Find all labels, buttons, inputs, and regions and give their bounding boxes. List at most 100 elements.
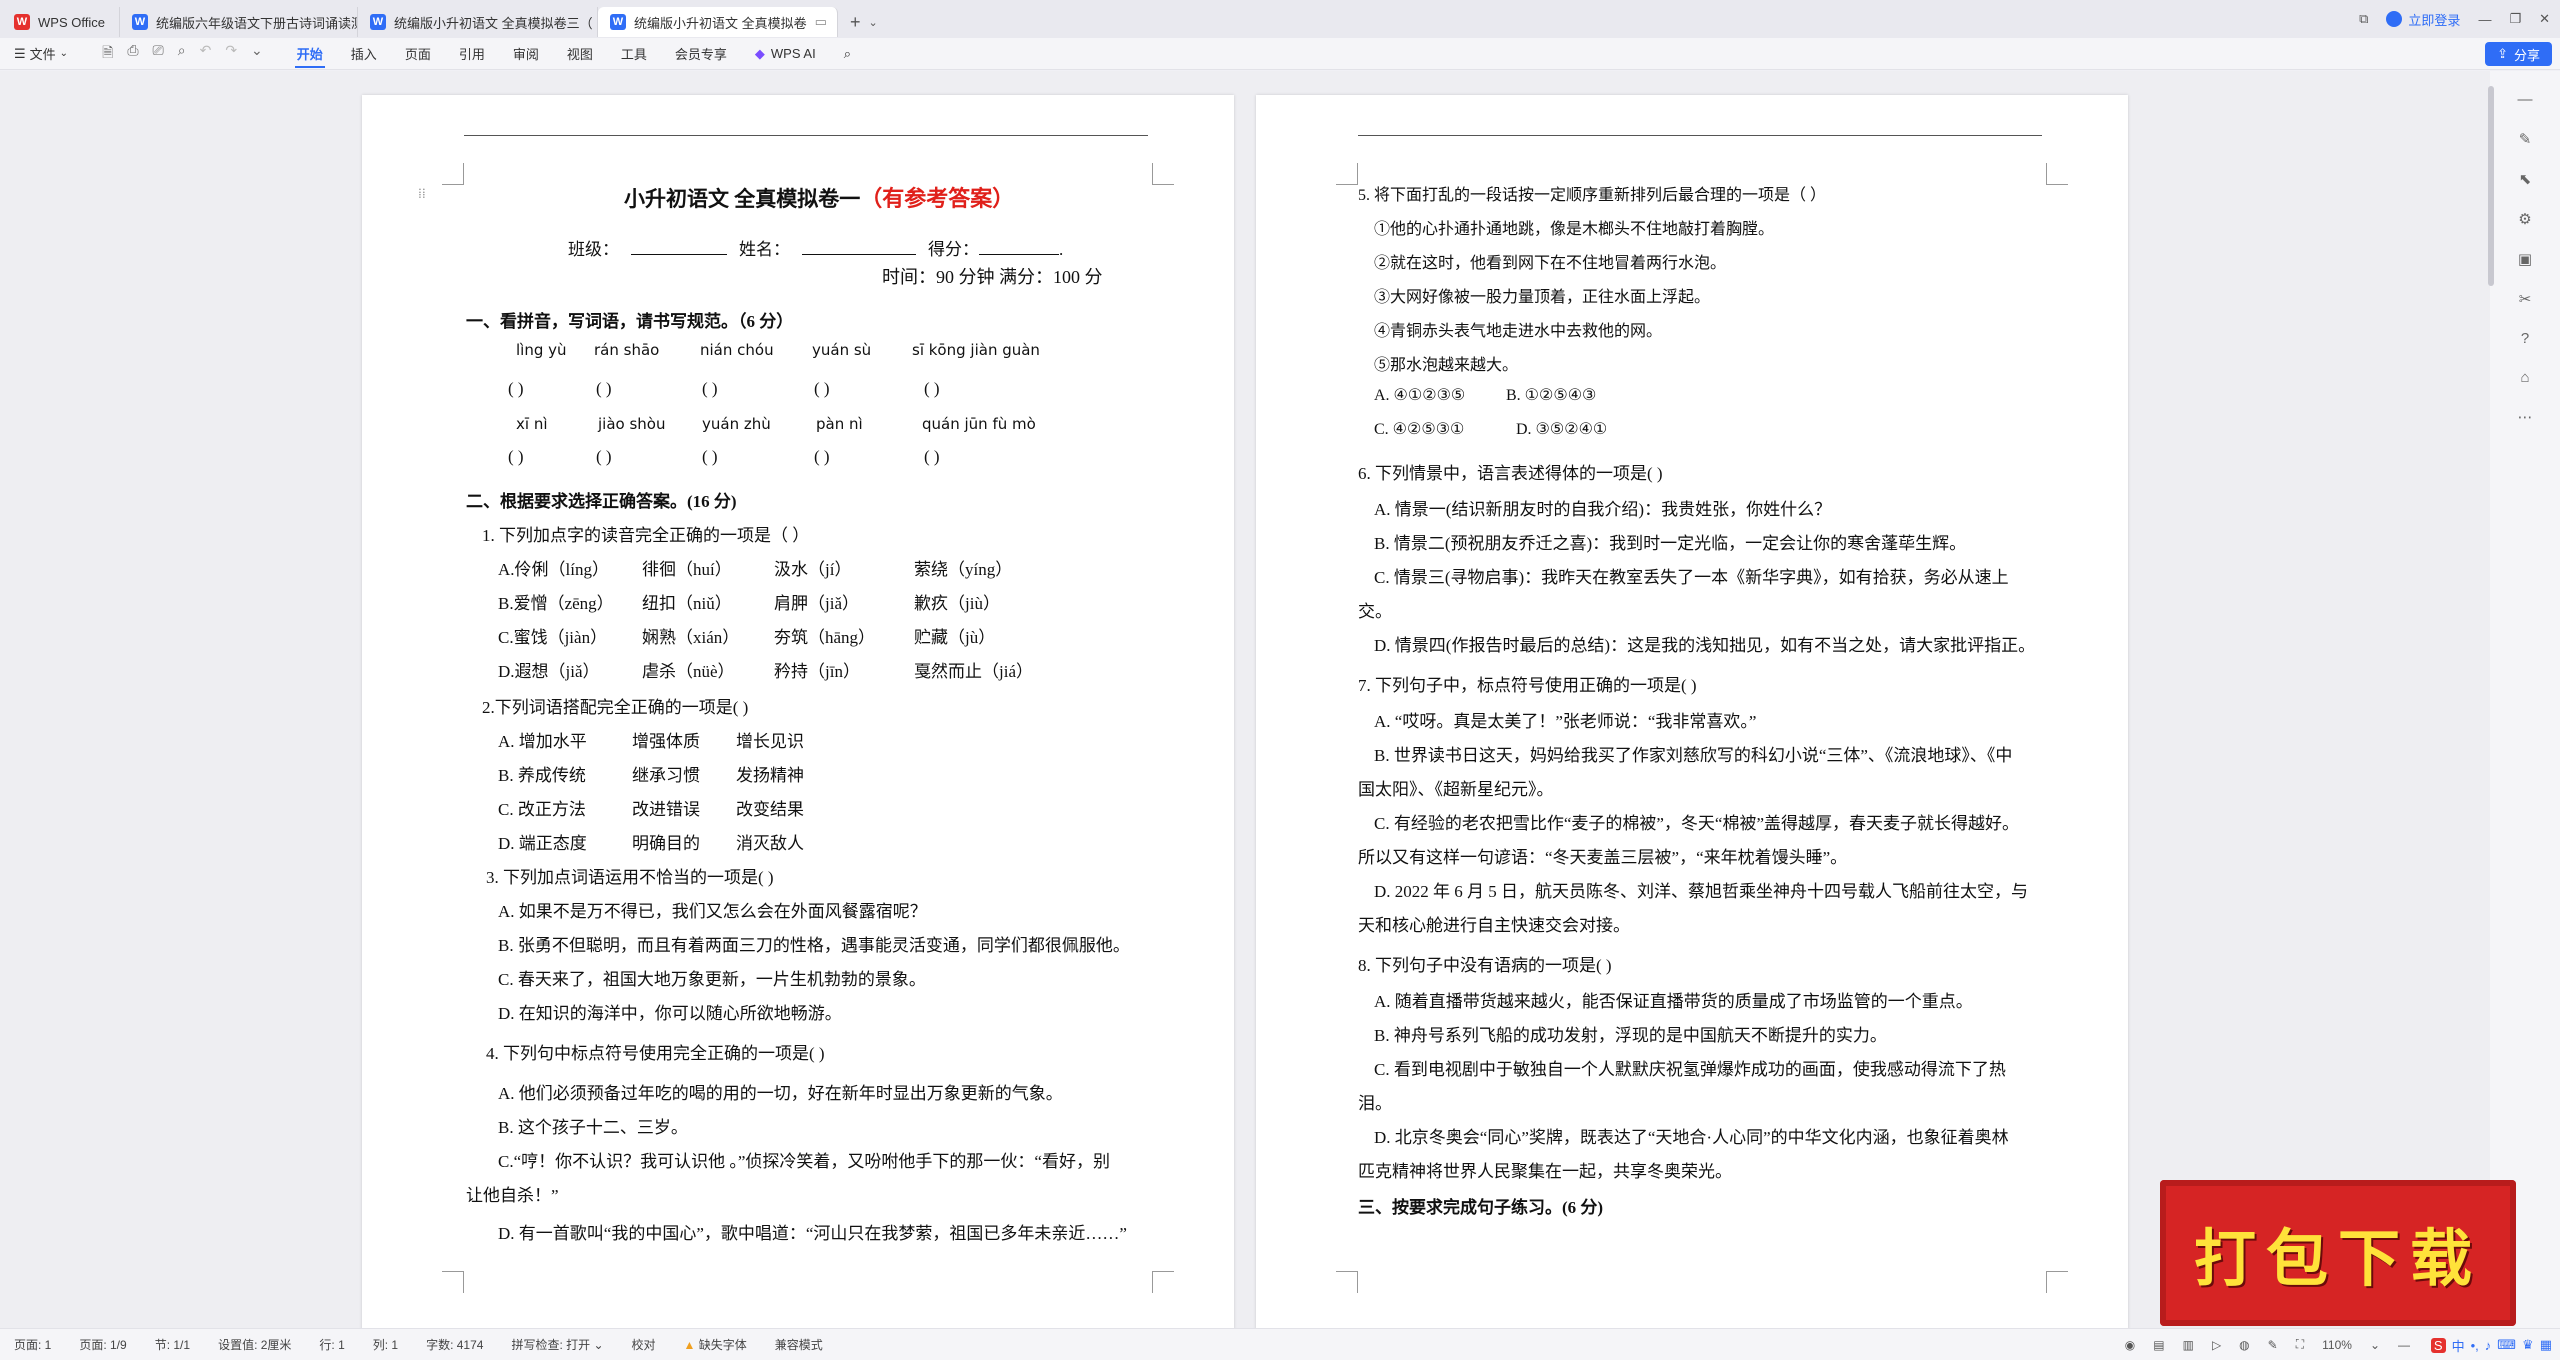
tab-view[interactable]: 视图	[553, 38, 607, 70]
maximize-icon[interactable]: ❐	[2509, 11, 2521, 27]
pen-icon[interactable]: ✎	[2519, 130, 2532, 148]
export-icon[interactable]: ⎙	[127, 42, 138, 66]
new-tab-button[interactable]: + ⌄	[838, 7, 890, 37]
class-field[interactable]	[631, 254, 727, 255]
file-label: 文件	[29, 47, 56, 62]
option: D.遐想（jiǎ）	[498, 662, 600, 681]
tab-review[interactable]: 审阅	[499, 38, 553, 70]
undo-icon[interactable]: ↶	[200, 42, 212, 66]
answer-blank[interactable]: ( )	[596, 447, 612, 467]
score-field[interactable]	[979, 254, 1059, 255]
keyboard-icon[interactable]: ⌨	[2497, 1337, 2516, 1353]
answer-blank[interactable]: ( )	[702, 447, 718, 467]
grid-icon[interactable]: ▦	[2540, 1337, 2552, 1353]
download-badge[interactable]: 打包下载	[2160, 1180, 2516, 1326]
web-view-icon[interactable]: ▥	[2183, 1338, 2194, 1352]
zoom-level[interactable]: 110%	[2322, 1338, 2352, 1352]
answer-blank[interactable]: ( )	[702, 379, 718, 399]
document-canvas[interactable]: ⁞⁞ 小升初语文 全真模拟卷一（有参考答案） 班级： 姓名： 得分：. 时间：90 …	[0, 71, 2490, 1330]
tab-wps-office[interactable]: W WPS Office	[0, 7, 120, 37]
more-icon[interactable]: ⋯	[2518, 408, 2533, 426]
adjust-icon[interactable]: ⚙	[2518, 210, 2531, 228]
student-info: 班级： 姓名： 得分：.	[568, 240, 1064, 259]
option: B. 情景二(预祝朋友乔迁之喜)：我到时一定光临，一定会让你的寒舍蓬荜生辉。	[1374, 534, 1967, 553]
tab-member[interactable]: 会员专享	[661, 38, 741, 70]
answer-blank[interactable]: ( )	[508, 379, 524, 399]
option: 增长见识	[736, 732, 804, 751]
close-icon[interactable]: ✕	[2539, 11, 2550, 27]
proofread-button[interactable]: 校对	[618, 1336, 670, 1353]
fit-icon[interactable]: ⛶	[2296, 1337, 2304, 1352]
answer-blank[interactable]: ( )	[508, 447, 524, 467]
sentence: ③大网好像被一股力量顶着，正往水面上浮起。	[1374, 289, 1711, 306]
crop-mark	[442, 163, 464, 185]
status-section[interactable]: 节: 1/1	[141, 1336, 204, 1353]
redo-icon[interactable]: ↷	[225, 42, 237, 66]
status-setting[interactable]: 设置值: 2厘米	[204, 1336, 305, 1353]
answer-blank[interactable]: ( )	[814, 379, 830, 399]
quick-access: 🗎 ⎙ ⎚ ⌕ ↶ ↷ ⌄	[82, 42, 283, 66]
chevron-down-icon[interactable]: ⌄	[2370, 1338, 2380, 1352]
option: 匹克精神将世界人民聚集在一起，共享冬奥荣光。	[1358, 1162, 1732, 1181]
print-icon[interactable]: ⎚	[153, 42, 164, 66]
option: A. 随着直播带货越来越火，能否保证直播带货的质量成了市场监管的一个重点。	[1374, 992, 1973, 1011]
option: 增强体质	[632, 732, 700, 751]
option: 发扬精神	[736, 766, 804, 785]
help-icon[interactable]: ?	[2521, 330, 2529, 347]
crop-mark	[1152, 163, 1174, 185]
pinyin: rán shāo	[594, 341, 660, 359]
missing-font[interactable]: ▲ 缺失字体	[670, 1336, 761, 1353]
login-button[interactable]: 立即登录	[2386, 10, 2460, 29]
drag-handle-icon[interactable]: ⁞⁞	[418, 187, 426, 203]
zoom-out-icon[interactable]: —	[2398, 1338, 2410, 1352]
save-icon[interactable]: 🗎	[102, 42, 113, 66]
select-icon[interactable]: ⬉	[2519, 170, 2532, 188]
question: 2.下列词语搭配完全正确的一项是( )	[482, 698, 749, 717]
tab-page[interactable]: 页面	[391, 38, 445, 70]
status-pages[interactable]: 页面: 1/9	[65, 1336, 140, 1353]
share-icon: ⇪	[2497, 46, 2508, 61]
status-page[interactable]: 页面: 1	[0, 1336, 65, 1353]
pen-icon[interactable]: ✎	[2268, 1338, 2278, 1352]
eye-icon[interactable]: ◉	[2125, 1338, 2135, 1352]
tab-tools[interactable]: 工具	[607, 38, 661, 70]
print-preview-icon[interactable]: ⌕	[178, 42, 186, 66]
name-label: 姓名：	[739, 240, 790, 259]
skin-icon[interactable]: ♛	[2522, 1337, 2534, 1353]
play-icon[interactable]: ▷	[2212, 1338, 2221, 1352]
ime-chinese-icon[interactable]: 中	[2452, 1336, 2465, 1355]
name-field[interactable]	[802, 254, 916, 255]
vertical-scrollbar[interactable]	[2488, 86, 2494, 286]
answer-blank[interactable]: ( )	[924, 447, 940, 467]
tab-document-3[interactable]: W 统编版小升初语文 全真模拟卷 ▭ ✕	[598, 7, 838, 37]
tab-start[interactable]: 开始	[283, 38, 337, 70]
wps-ai-button[interactable]: ◆ WPS AI	[741, 38, 830, 70]
collapse-icon[interactable]: —	[2518, 91, 2533, 108]
option: B. 张勇不但聪明，而且有着两面三刀的性格，遇事能灵活变通，同学们都很佩服他。	[498, 936, 1130, 955]
option: B.爱憎（zēng）	[498, 594, 614, 613]
ime-punct-icon[interactable]: •,	[2471, 1338, 2479, 1353]
layout-icon[interactable]: ⧉	[2359, 11, 2368, 27]
file-menu[interactable]: ☰ 文件 ⌄	[0, 38, 82, 70]
tab-document-2[interactable]: W 统编版小升初语文 全真模拟卷三（	[358, 7, 598, 37]
share-button[interactable]: ⇪ 分享	[2485, 42, 2552, 66]
image-icon[interactable]: ▣	[2518, 250, 2532, 268]
menu-icon: ☰	[14, 45, 26, 61]
globe-icon[interactable]: ◍	[2239, 1338, 2249, 1352]
answer-blank[interactable]: ( )	[596, 379, 612, 399]
page-view-icon[interactable]: ▤	[2153, 1338, 2164, 1352]
bag-icon[interactable]: ⌂	[2520, 369, 2529, 386]
ime-logo-icon[interactable]: S	[2430, 1337, 2446, 1353]
answer-blank[interactable]: ( )	[924, 379, 940, 399]
tab-insert[interactable]: 插入	[337, 38, 391, 70]
microphone-icon[interactable]: ♪	[2485, 1338, 2492, 1353]
spell-check[interactable]: 拼写检查: 打开 ⌄	[497, 1336, 617, 1353]
word-count[interactable]: 字数: 4174	[412, 1336, 497, 1353]
search-icon[interactable]: ⌕	[830, 38, 865, 70]
minimize-icon[interactable]: —	[2478, 12, 2491, 27]
answer-blank[interactable]: ( )	[814, 447, 830, 467]
more-icon[interactable]: ⌄	[251, 42, 263, 66]
tab-reference[interactable]: 引用	[445, 38, 499, 70]
tab-document-1[interactable]: W 统编版六年级语文下册古诗词诵读测	[120, 7, 358, 37]
tools-icon[interactable]: ✂	[2519, 290, 2532, 308]
